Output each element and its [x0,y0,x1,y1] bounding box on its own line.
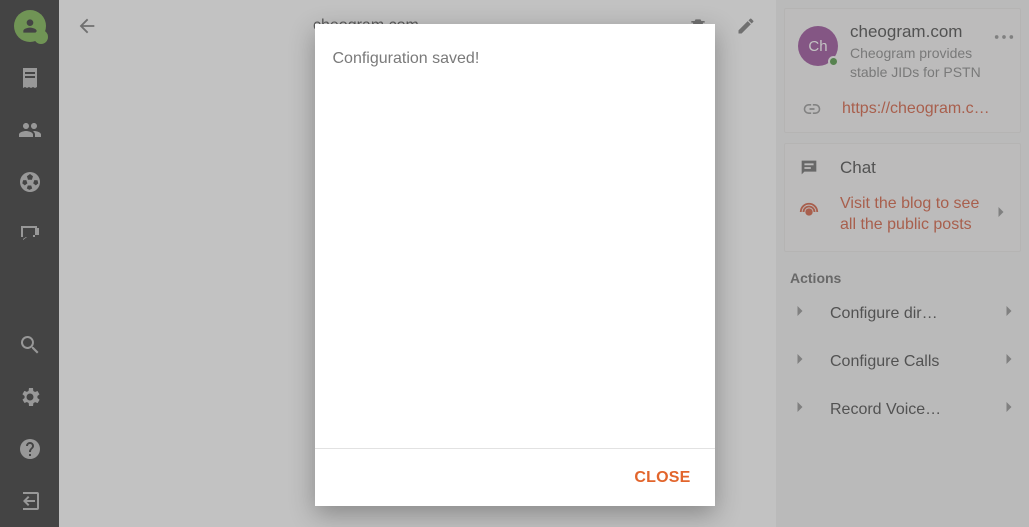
modal-overlay: Configuration saved! CLOSE [0,0,1029,527]
modal-close-button[interactable]: CLOSE [634,469,690,487]
modal-message: Configuration saved! [315,24,715,448]
modal-dialog: Configuration saved! CLOSE [315,24,715,506]
